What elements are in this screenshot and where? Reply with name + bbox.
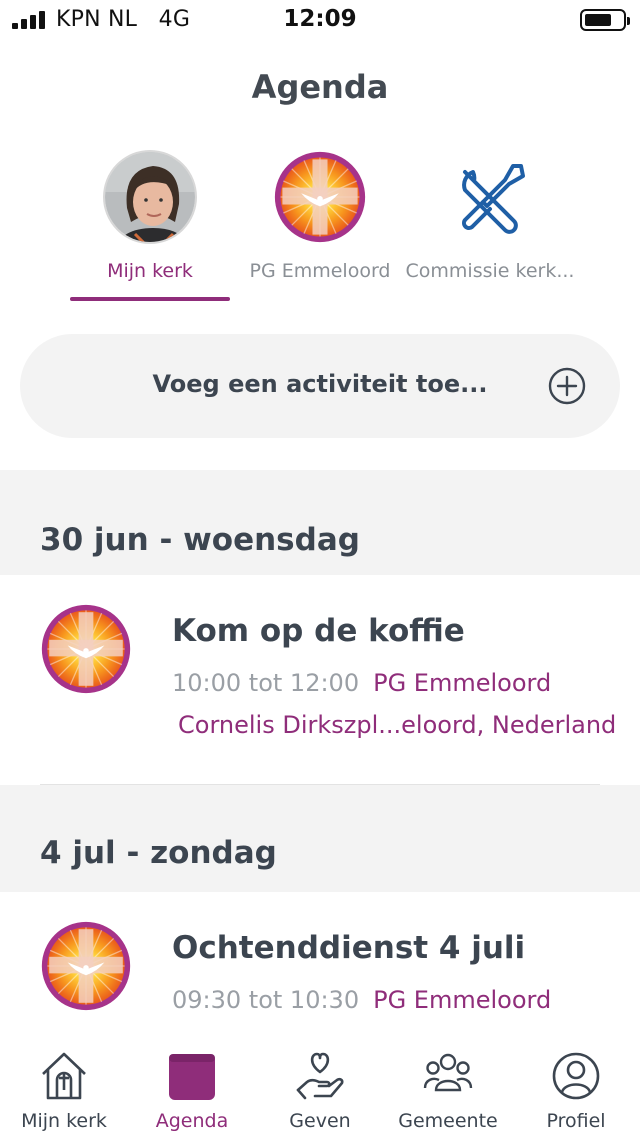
divider [40, 784, 600, 785]
church-house-icon [42, 1052, 86, 1100]
church-logo-icon [273, 150, 367, 244]
event-meta: 10:00 tot 12:00 PG Emmeloord [172, 669, 551, 697]
nav-label: Gemeente [398, 1110, 498, 1132]
nav-item-mijn-kerk[interactable]: Mijn kerk [0, 1036, 128, 1136]
battery-icon [580, 9, 630, 31]
status-bar: KPN NL 4G 12:09 [0, 0, 640, 40]
tab-commissie[interactable]: Commissie kerk... [395, 150, 585, 282]
heart-hand-icon [296, 1052, 344, 1100]
tab-mijn-kerk[interactable]: Mijn kerk [55, 150, 245, 282]
event-organization[interactable]: PG Emmeloord [373, 669, 551, 697]
calendar-icon [169, 1054, 215, 1100]
tab-pg-emmeloord[interactable]: PG Emmeloord [225, 150, 415, 282]
nav-item-agenda[interactable]: Agenda [128, 1036, 256, 1136]
church-logo-icon [40, 603, 132, 695]
bottom-navigation: Mijn kerk Agenda Geven Gemeente Profiel [0, 1036, 640, 1136]
status-time: 12:09 [283, 6, 357, 32]
active-tab-indicator [70, 297, 230, 301]
event-card[interactable]: Kom op de koffie 10:00 tot 12:00 PG Emmel… [0, 575, 640, 785]
tab-label: Mijn kerk [107, 260, 193, 282]
nav-item-profiel[interactable]: Profiel [512, 1036, 640, 1136]
plus-circle-icon [548, 367, 586, 405]
nav-item-geven[interactable]: Geven [256, 1036, 384, 1136]
agenda-list[interactable]: 30 jun - woensdag Kom op de koffie 10:00… [0, 470, 640, 1036]
event-title: Ochtenddienst 4 juli [172, 930, 526, 966]
user-photo-avatar [103, 150, 197, 244]
tools-icon [462, 164, 525, 234]
page-title: Agenda [251, 68, 389, 106]
event-title: Kom op de koffie [172, 613, 465, 649]
nav-label: Agenda [155, 1110, 229, 1132]
event-location[interactable]: Cornelis Dirkszpl...eloord, Nederland [178, 711, 616, 739]
nav-label: Profiel [546, 1110, 606, 1132]
church-logo-icon [40, 920, 132, 1012]
tab-label: Commissie kerk... [405, 260, 575, 282]
event-organization[interactable]: PG Emmeloord [373, 986, 551, 1014]
event-card[interactable]: Ochtenddienst 4 juli 09:30 tot 10:30 PG E… [0, 892, 640, 1036]
event-time: 09:30 tot 10:30 [172, 986, 360, 1014]
profile-icon [552, 1052, 600, 1100]
nav-label: Geven [289, 1110, 351, 1132]
nav-label: Mijn kerk [21, 1110, 107, 1132]
people-group-icon [423, 1053, 473, 1092]
event-time: 10:00 tot 12:00 [172, 669, 360, 697]
date-header: 30 jun - woensdag [0, 470, 640, 575]
event-meta: 09:30 tot 10:30 PG Emmeloord [172, 986, 551, 1014]
date-header: 4 jul - zondag [0, 785, 640, 892]
tab-label: PG Emmeloord [249, 260, 391, 282]
add-activity-button[interactable]: Voeg een activiteit toe... [20, 334, 620, 438]
nav-item-gemeente[interactable]: Gemeente [384, 1036, 512, 1136]
add-activity-label: Voeg een activiteit toe... [152, 370, 488, 398]
